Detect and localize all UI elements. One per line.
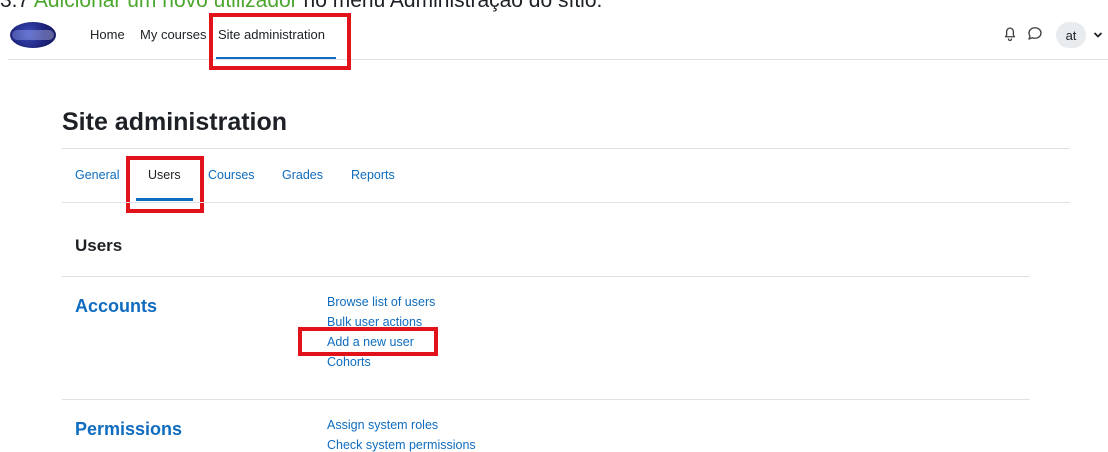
- chevron-down-icon[interactable]: [1093, 28, 1103, 43]
- section-divider: [62, 276, 1030, 277]
- tab-courses[interactable]: Courses: [208, 168, 255, 182]
- user-avatar[interactable]: at: [1056, 22, 1086, 48]
- user-initials: at: [1065, 27, 1077, 43]
- site-logo[interactable]: [10, 22, 56, 48]
- link-cohorts[interactable]: Cohorts: [327, 355, 371, 369]
- link-browse-list-of-users[interactable]: Browse list of users: [327, 295, 435, 309]
- highlight-box-users-tab: [126, 156, 204, 213]
- category-accounts[interactable]: Accounts: [75, 296, 157, 317]
- chat-icon[interactable]: [1026, 24, 1044, 42]
- navbar-divider: [8, 59, 1108, 60]
- link-check-system-permissions[interactable]: Check system permissions: [327, 438, 476, 452]
- tab-reports[interactable]: Reports: [351, 168, 395, 182]
- nav-home[interactable]: Home: [90, 27, 125, 42]
- tabs-divider: [62, 202, 1070, 203]
- highlight-box-site-administration: [209, 13, 351, 70]
- nav-my-courses[interactable]: My courses: [140, 27, 206, 42]
- tab-grades[interactable]: Grades: [282, 168, 323, 182]
- bell-icon[interactable]: [1001, 24, 1019, 42]
- page-title: Site administration: [62, 108, 288, 136]
- tab-general[interactable]: General: [75, 168, 119, 182]
- section-title: Users: [75, 236, 123, 255]
- link-assign-system-roles[interactable]: Assign system roles: [327, 418, 438, 432]
- category-permissions[interactable]: Permissions: [75, 419, 182, 440]
- title-divider: [62, 148, 1070, 149]
- category-divider: [62, 399, 1030, 400]
- highlight-box-add-new-user: [298, 327, 438, 356]
